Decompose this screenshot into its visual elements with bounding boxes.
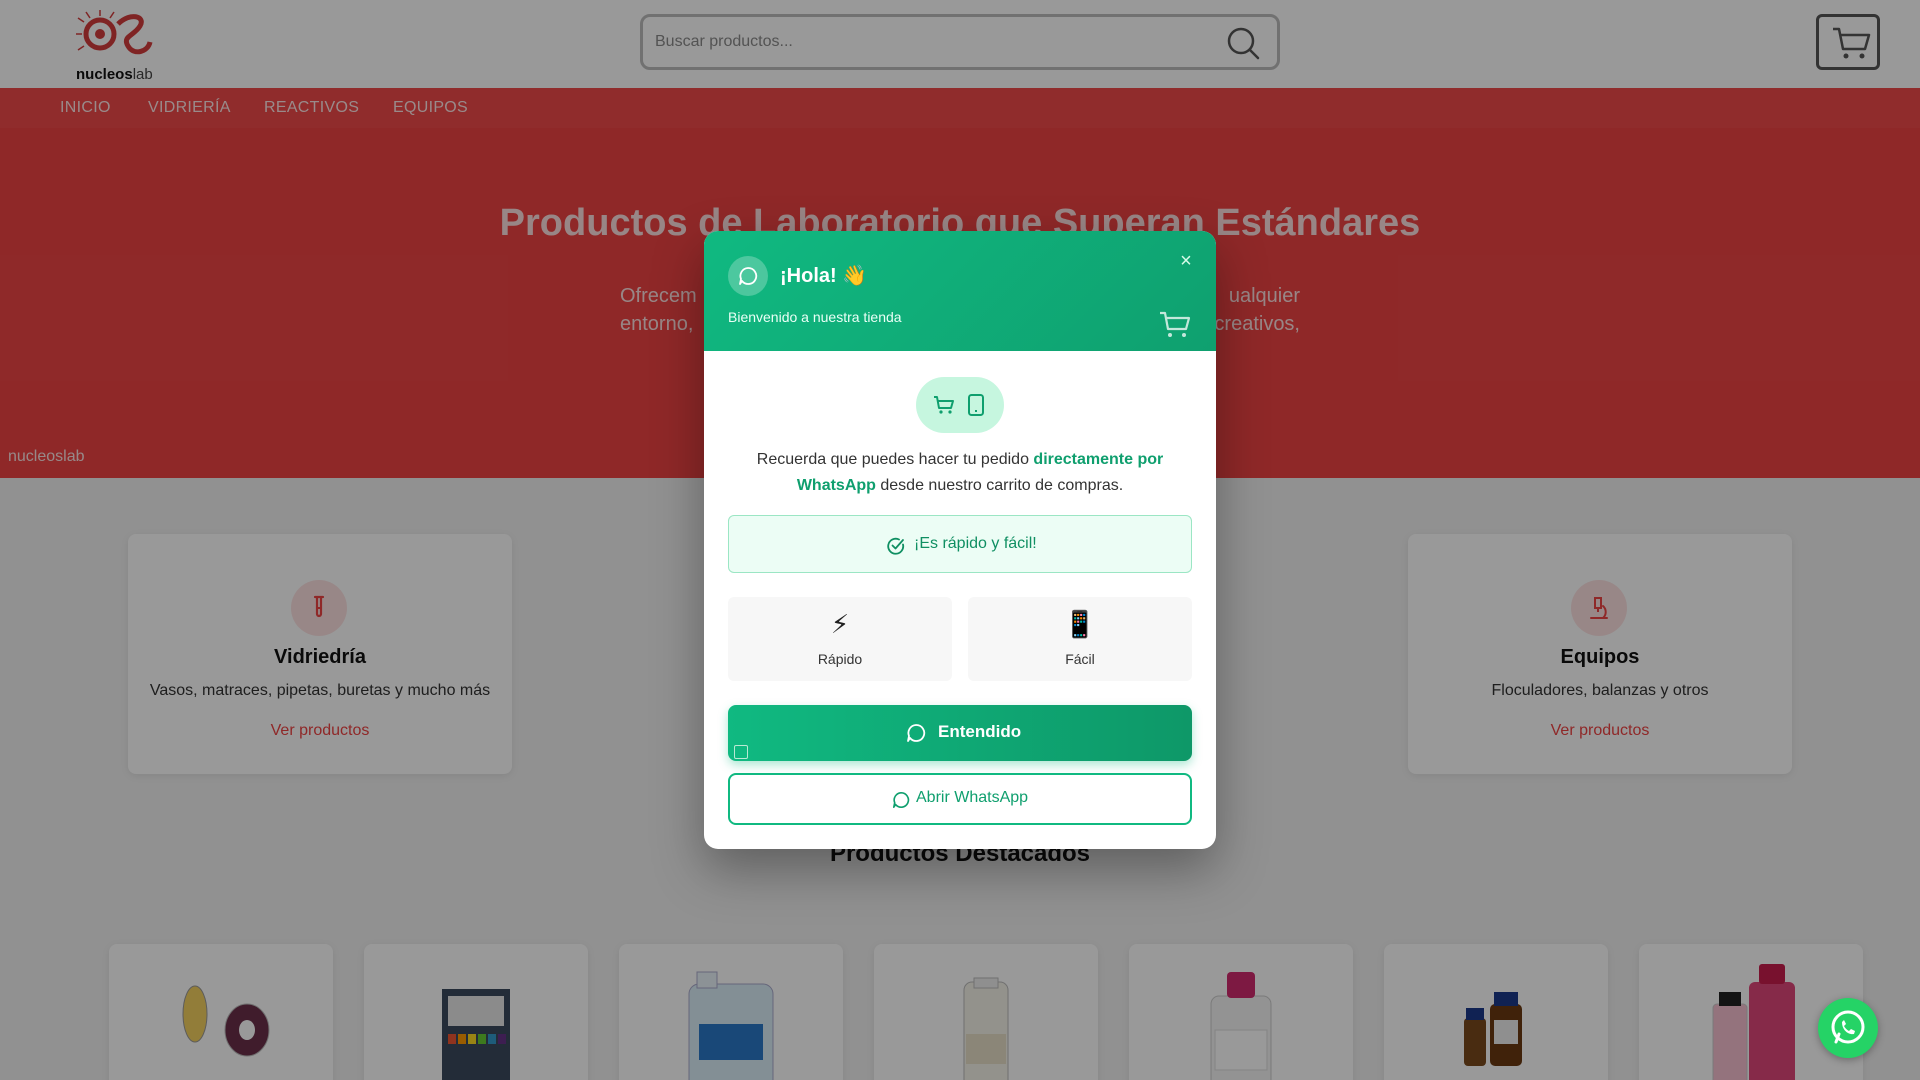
check-circle-icon	[887, 537, 905, 555]
whatsapp-float-button[interactable]	[1818, 998, 1878, 1058]
understood-button[interactable]: Entendido	[728, 705, 1192, 761]
feature-label: Rápido	[817, 651, 863, 667]
understood-button-label: Entendido	[938, 722, 1022, 741]
open-whatsapp-button[interactable]: Abrir WhatsApp	[728, 773, 1192, 825]
chat-icon	[728, 256, 768, 296]
whatsapp-icon	[1831, 1010, 1865, 1044]
smartphone-icon	[968, 394, 984, 416]
open-whatsapp-button-label: Abrir WhatsApp	[916, 789, 1029, 806]
cart-icon	[934, 396, 954, 414]
mobile-phone-icon: 📱	[1063, 609, 1097, 639]
modal-message: Recuerda que puedes hacer tu pedido dire…	[756, 451, 1164, 494]
feature-label: Fácil	[1065, 651, 1095, 667]
lightning-icon: ⚡	[830, 609, 850, 639]
checkbox-artifact	[734, 745, 748, 759]
chat-icon	[907, 724, 926, 742]
whatsapp-welcome-modal: ¡Hola! 👋 Bienvenido a nuestra tienda × R…	[704, 231, 1216, 849]
quick-easy-box: ¡Es rápido y fácil!	[728, 515, 1192, 573]
modal-subtitle: Bienvenido a nuestra tienda	[728, 309, 902, 325]
cart-icon	[1160, 311, 1191, 337]
modal-title: ¡Hola! 👋	[780, 265, 868, 287]
feature-fast: ⚡ Rápido	[728, 597, 952, 681]
cart-phone-badge	[916, 377, 1004, 433]
quick-easy-text: ¡Es rápido y fácil!	[914, 535, 1037, 552]
feature-easy: 📱 Fácil	[968, 597, 1192, 681]
close-icon[interactable]: ×	[1174, 249, 1198, 273]
chat-icon	[892, 791, 910, 809]
modal-header: ¡Hola! 👋 Bienvenido a nuestra tienda ×	[704, 231, 1216, 351]
